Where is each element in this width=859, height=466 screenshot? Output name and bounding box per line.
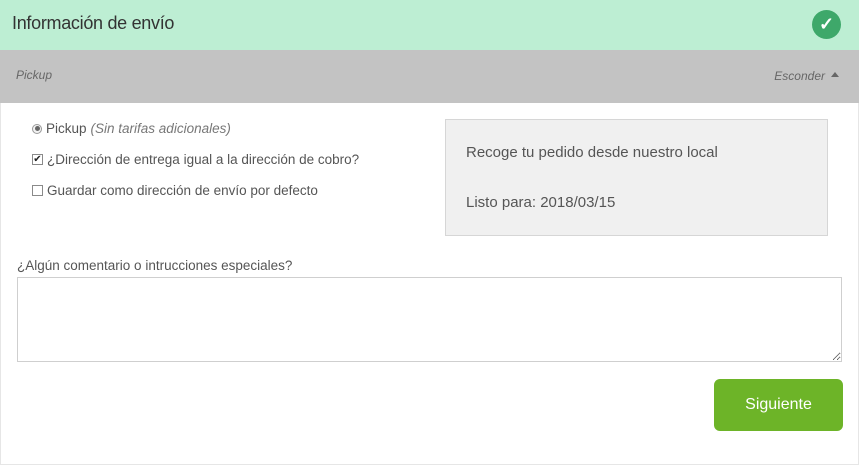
panel-title: Información de envío: [12, 13, 175, 33]
pickup-option[interactable]: Pickup (Sin tarifas adicionales): [32, 121, 231, 136]
ready-date-line: Listo para: 2018/03/15: [466, 194, 616, 211]
hide-label: Esconder: [774, 69, 825, 83]
pickup-radio[interactable]: [32, 123, 42, 134]
same-address-label: ¿Dirección de entrega igual a la direcci…: [47, 152, 360, 167]
radio-dot: [34, 126, 40, 131]
hide-toggle-link[interactable]: Esconder: [774, 69, 839, 83]
shipping-method-label: Pickup: [16, 68, 53, 82]
check-circle-icon: ✓: [812, 10, 841, 39]
next-button[interactable]: Siguiente: [714, 379, 843, 431]
comments-textarea[interactable]: [17, 277, 842, 362]
caret-up-icon: [831, 72, 839, 78]
pickup-option-hint: (Sin tarifas adicionales): [90, 121, 231, 136]
same-address-checkbox[interactable]: ✔: [32, 154, 43, 165]
save-default-label: Guardar como dirección de envío por defe…: [47, 183, 318, 198]
pickup-info-line: Recoge tu pedido desde nuestro local: [466, 144, 718, 161]
pickup-option-label: Pickup: [46, 121, 87, 136]
shipping-method-bar: Pickup Esconder: [0, 50, 859, 103]
same-address-option[interactable]: ✔ ¿Dirección de entrega igual a la direc…: [32, 152, 359, 167]
save-default-option[interactable]: Guardar como dirección de envío por defe…: [32, 183, 318, 198]
pickup-info-box: Recoge tu pedido desde nuestro local Lis…: [445, 119, 828, 236]
shipping-header: Información de envío ✓: [0, 0, 859, 50]
save-default-checkbox[interactable]: [32, 185, 43, 196]
comments-label: ¿Algún comentario o intrucciones especia…: [17, 258, 293, 273]
